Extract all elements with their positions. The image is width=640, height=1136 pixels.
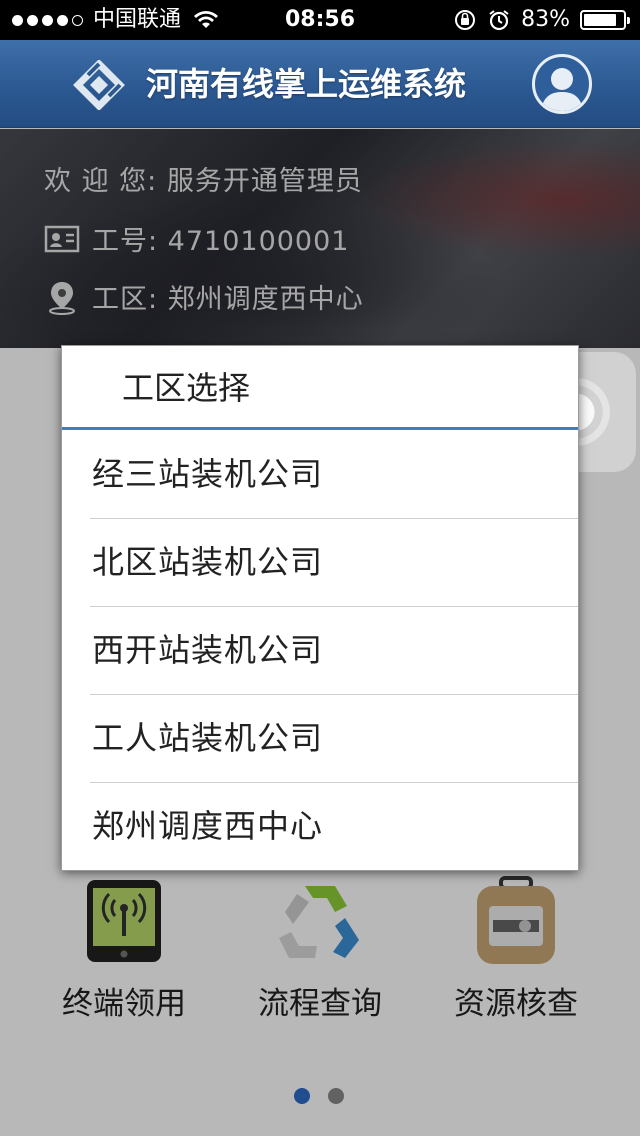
work-area-option[interactable]: 经三站装机公司 [62, 430, 578, 518]
user-avatar-button[interactable] [532, 54, 592, 114]
battery-level-fill [584, 14, 616, 26]
battery-percent: 83% [521, 7, 570, 32]
signal-strength-icon [12, 14, 83, 26]
status-bar: 中国联通 08:56 83% [0, 0, 640, 40]
work-area-select-dialog: 工区选择 经三站装机公司 北区站装机公司 西开站装机公司 工人站装机公司 郑州调… [61, 345, 579, 871]
battery-icon [580, 10, 630, 30]
carrier-name: 中国联通 [93, 7, 182, 32]
rotation-lock-icon [455, 10, 476, 30]
work-area-option[interactable]: 郑州调度西中心 [62, 782, 578, 870]
app-header: 河南有线掌上运维系统 [0, 40, 640, 128]
app-title: 河南有线掌上运维系统 [146, 65, 467, 103]
user-avatar-icon [541, 68, 583, 111]
app-logo-icon [73, 60, 125, 110]
work-area-option[interactable]: 西开站装机公司 [62, 606, 578, 694]
work-area-option[interactable]: 北区站装机公司 [62, 518, 578, 606]
alarm-icon [489, 10, 509, 31]
wifi-icon [194, 11, 219, 28]
dialog-title: 工区选择 [62, 346, 578, 430]
work-area-option[interactable]: 工人站装机公司 [62, 694, 578, 782]
